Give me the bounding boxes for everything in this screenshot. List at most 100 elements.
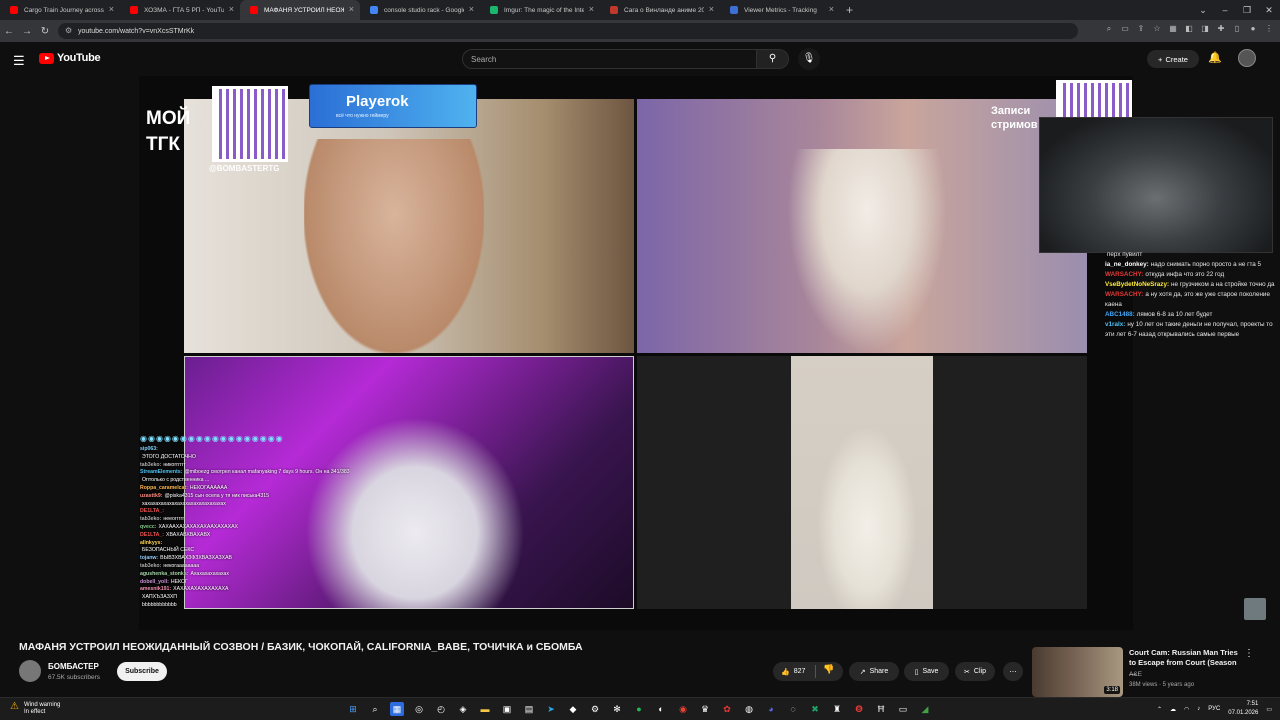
app-icon[interactable]: ♛ xyxy=(698,702,712,716)
minimize-icon[interactable]: – xyxy=(1214,5,1236,15)
browser-tab[interactable]: Сага о Винланде аниме 2019- × xyxy=(600,0,720,20)
browser-menu-icon[interactable]: ⋮ xyxy=(1264,24,1274,36)
like-button[interactable]: 👍 827 👎 xyxy=(773,662,843,681)
address-bar[interactable]: ⚙ youtube.com/watch?v=vnXcsSTMrKk xyxy=(58,23,1078,39)
chat-username[interactable]: DE1LTA_: xyxy=(140,508,164,514)
spotify-icon[interactable]: ● xyxy=(632,702,646,716)
extensions-puzzle-icon[interactable]: ✚ xyxy=(1216,24,1226,36)
chatgpt-icon[interactable]: ✻ xyxy=(610,702,624,716)
back-icon[interactable]: ← xyxy=(0,26,18,37)
browser-tab[interactable]: МАФАНЯ УСТРОИЛ НЕОЖИДА × xyxy=(240,0,360,20)
terminal-icon[interactable]: ▭ xyxy=(896,702,910,716)
system-clock[interactable]: 7:51 07.01.2026 xyxy=(1228,700,1258,718)
tab-close-icon[interactable]: × xyxy=(349,4,354,14)
chat-username[interactable]: uzasttk9: xyxy=(140,493,163,499)
zoom-icon[interactable]: ⌕ xyxy=(1104,24,1114,36)
create-button[interactable]: + Create xyxy=(1147,50,1199,68)
telegram-icon[interactable]: ➤ xyxy=(544,702,558,716)
cast-icon[interactable]: ▭ xyxy=(1120,24,1130,36)
more-actions-button[interactable]: ⋯ xyxy=(1003,662,1023,681)
weather-widget[interactable]: ⚠ Wind warning In effect xyxy=(10,702,60,716)
channel-avatar[interactable] xyxy=(19,660,41,682)
miniplayer-thumbnail[interactable] xyxy=(1244,598,1266,620)
tab-close-icon[interactable]: × xyxy=(109,4,114,14)
network-icon[interactable]: ◠ xyxy=(1184,706,1189,713)
app-icon[interactable]: ❽ xyxy=(852,702,866,716)
windows-start-icon[interactable]: ⊞ xyxy=(346,702,360,716)
chat-username[interactable]: agushenka_stonks: xyxy=(140,571,188,577)
chat-username[interactable]: Roppa_caramelcat: xyxy=(140,485,188,491)
settings-icon[interactable]: ⚙ xyxy=(588,702,602,716)
chat-username[interactable]: tab3eko: xyxy=(140,516,161,522)
reload-icon[interactable]: ↻ xyxy=(36,26,54,37)
menu-icon[interactable]: ☰ xyxy=(13,53,25,69)
app-icon[interactable]: ◈ xyxy=(456,702,470,716)
channel-name[interactable]: БОМБАСТЕР xyxy=(48,662,99,671)
notifications-icon[interactable]: ▭ xyxy=(1266,706,1272,713)
chat-username[interactable]: amesnik191: xyxy=(140,586,171,592)
calendar-icon[interactable]: ▤ xyxy=(522,702,536,716)
chat-username[interactable]: ABC1488: xyxy=(1105,311,1135,318)
extension-icon[interactable]: ◨ xyxy=(1200,24,1210,36)
subscribe-button[interactable]: Subscribe xyxy=(117,662,167,681)
app-icon[interactable]: ◌ xyxy=(786,702,800,716)
app-icon[interactable]: ♜ xyxy=(830,702,844,716)
discord-icon[interactable]: ◕ xyxy=(764,702,778,716)
chat-username[interactable]: v1ralx: xyxy=(1105,321,1125,328)
app-icon[interactable]: ◢ xyxy=(918,702,932,716)
share-button[interactable]: ↗ Share xyxy=(849,662,899,681)
extension-icon[interactable]: ▦ xyxy=(1168,24,1178,36)
forward-icon[interactable]: → xyxy=(18,26,36,37)
app-icon[interactable]: ▣ xyxy=(500,702,514,716)
app-icon[interactable]: ◐ xyxy=(654,702,668,716)
tray-app-icon[interactable]: ☁ xyxy=(1170,706,1176,713)
app-icon[interactable]: ◍ xyxy=(742,702,756,716)
save-button[interactable]: ▯ Save xyxy=(904,662,949,681)
user-avatar[interactable] xyxy=(1238,49,1256,67)
app-icon[interactable]: Ħ xyxy=(874,702,888,716)
thumbs-down-icon[interactable]: 👎 xyxy=(823,664,834,675)
search-button[interactable]: ⚲ xyxy=(757,49,789,69)
browser-tab[interactable]: Viewer Metrics - Tracking × xyxy=(720,0,840,20)
browser-tab[interactable]: console studio rack - Google S × xyxy=(360,0,480,20)
close-window-icon[interactable]: ✕ xyxy=(1258,5,1280,16)
chrome-icon[interactable]: ◉ xyxy=(676,702,690,716)
maximize-icon[interactable]: ❐ xyxy=(1236,5,1258,16)
site-info-icon[interactable]: ⚙ xyxy=(65,26,72,35)
chat-username[interactable]: tab3eko: xyxy=(140,563,161,569)
chat-username[interactable]: allnkyys: xyxy=(140,540,162,546)
volume-icon[interactable]: ♪ xyxy=(1197,706,1200,712)
tab-close-icon[interactable]: × xyxy=(709,4,714,14)
chat-username[interactable]: tojanw: xyxy=(140,555,158,561)
browser-tab[interactable]: Imgur: The magic of the Intern × xyxy=(480,0,600,20)
chat-username[interactable]: WARSACHY: xyxy=(1105,291,1143,298)
recommended-title[interactable]: Court Cam: Russian Man Tries to Escape f… xyxy=(1129,648,1244,678)
voice-search-button[interactable]: 🎙 xyxy=(798,48,820,70)
notifications-bell-icon[interactable]: 🔔 xyxy=(1208,51,1222,64)
new-tab-button[interactable]: + xyxy=(846,3,853,17)
video-player[interactable]: МОЙ ТГК @BOMBASTERTG Playerok всё что ну… xyxy=(139,76,1273,630)
input-language[interactable]: РУС xyxy=(1208,706,1220,712)
search-input[interactable]: Search xyxy=(462,49,757,69)
file-explorer-icon[interactable]: ▬ xyxy=(478,702,492,716)
extension-icon[interactable]: ◧ xyxy=(1184,24,1194,36)
recommended-more-icon[interactable]: ⋮ xyxy=(1244,648,1254,659)
widgets-icon[interactable]: ▦ xyxy=(390,702,404,716)
app-icon[interactable]: ◆ xyxy=(566,702,580,716)
tray-chevron-icon[interactable]: ⌃ xyxy=(1157,706,1162,713)
clip-button[interactable]: ✂ Clip xyxy=(955,662,995,681)
browser-tab[interactable]: ХОЗМА - ГТА 5 РП - YouTube × xyxy=(120,0,240,20)
share-page-icon[interactable]: ⇪ xyxy=(1136,24,1146,36)
chat-username[interactable]: StreamElements: xyxy=(140,469,182,475)
chat-username[interactable]: tab3eko: xyxy=(140,462,161,468)
bookmark-star-icon[interactable]: ☆ xyxy=(1152,24,1162,36)
recommended-thumbnail[interactable]: 3:18 xyxy=(1032,647,1123,697)
tab-close-icon[interactable]: × xyxy=(589,4,594,14)
chat-username[interactable]: DE1LTA_: xyxy=(140,532,164,538)
chat-username[interactable]: dobell_yoll: xyxy=(140,579,169,585)
tab-close-icon[interactable]: × xyxy=(229,4,234,14)
tab-close-icon[interactable]: × xyxy=(829,4,834,14)
recommended-channel[interactable]: A&E xyxy=(1129,671,1142,678)
chat-username[interactable]: sip063: xyxy=(140,446,158,452)
chat-username[interactable]: WARSACHY: xyxy=(1105,271,1143,278)
